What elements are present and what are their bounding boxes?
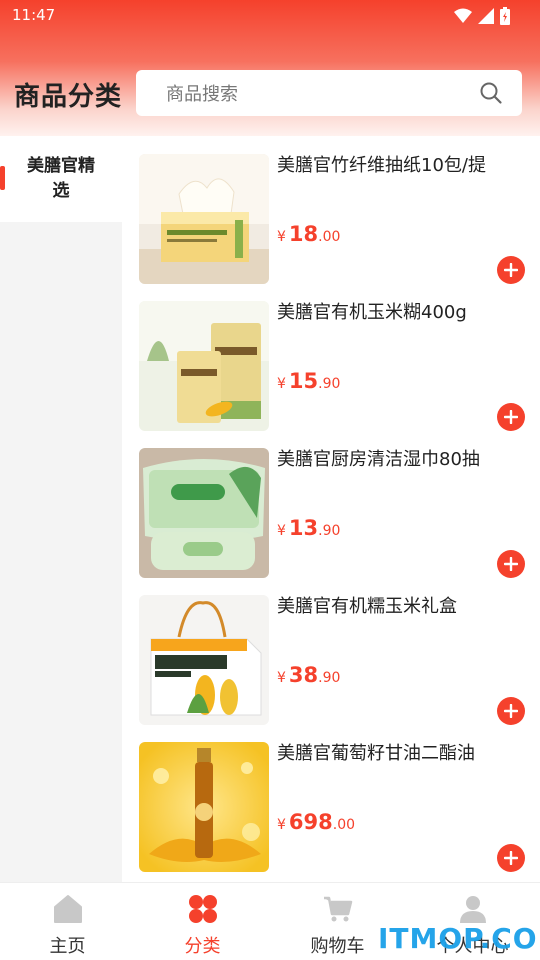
battery-icon (500, 7, 510, 25)
price-integer: 13 (288, 516, 319, 540)
price-decimal: .90 (318, 376, 341, 392)
price-decimal: .90 (318, 523, 341, 539)
product-item[interactable]: 美膳官葡萄籽甘油二酯油 ¥698.00 (122, 724, 540, 872)
price-decimal: .00 (332, 817, 356, 833)
product-item[interactable]: 美膳官有机糯玉米礼盒 ¥38.90 (122, 577, 540, 725)
product-item[interactable]: 美膳官有机玉米糊400g ¥15.90 (122, 283, 540, 431)
price-currency: ¥ (277, 229, 286, 245)
product-price: ¥698.00 (277, 810, 355, 834)
product-item[interactable]: 美膳官竹纤维抽纸10包/提 ¥18.00 (122, 136, 540, 284)
price-decimal: .90 (318, 670, 341, 686)
search-icon[interactable] (468, 70, 514, 116)
plus-icon (504, 851, 518, 865)
price-integer: 698 (288, 810, 333, 834)
tab-label: 分类 (184, 936, 221, 957)
tab-home[interactable]: 主页 (0, 883, 135, 960)
price-currency: ¥ (277, 523, 286, 539)
status-bar: 11:47 (0, 0, 540, 32)
wifi-icon (454, 8, 472, 23)
search-input[interactable]: 商品搜索 (166, 80, 468, 106)
product-name[interactable]: 美膳官厨房清洁湿巾80抽 (277, 448, 522, 472)
price-decimal: .00 (318, 229, 341, 245)
signal-icon (478, 8, 494, 24)
watermark: ITMOP.COM (378, 922, 540, 955)
tab-category[interactable]: 分类 (135, 883, 270, 960)
price-currency: ¥ (277, 670, 286, 686)
price-integer: 18 (288, 222, 319, 246)
home-icon (52, 893, 84, 925)
price-integer: 15 (288, 369, 319, 393)
search-bar[interactable]: 商品搜索 (136, 70, 522, 116)
selected-indicator (0, 166, 5, 190)
category-icon (187, 893, 219, 925)
product-image-tissue[interactable] (139, 154, 269, 284)
product-image-corn-gift-box[interactable] (139, 595, 269, 725)
add-to-cart-button[interactable] (497, 697, 525, 725)
product-price: ¥18.00 (277, 222, 340, 246)
sidebar-item-label: 美膳官精选 (27, 156, 95, 201)
plus-icon (504, 557, 518, 571)
product-name[interactable]: 美膳官有机糯玉米礼盒 (277, 595, 522, 619)
product-item[interactable]: 美膳官厨房清洁湿巾80抽 ¥13.90 (122, 430, 540, 578)
status-icons (454, 7, 510, 25)
page-title: 商品分类 (14, 82, 123, 112)
price-currency: ¥ (277, 817, 286, 833)
header: 11:47 商品分类 商品搜索 (0, 0, 540, 136)
plus-icon (504, 410, 518, 424)
sidebar-item-meishanguan-selection[interactable]: 美膳官精选 (0, 136, 122, 222)
product-price: ¥13.90 (277, 516, 340, 540)
plus-icon (504, 704, 518, 718)
price-integer: 38 (288, 663, 319, 687)
cart-icon (322, 893, 354, 925)
add-to-cart-button[interactable] (497, 256, 525, 284)
add-to-cart-button[interactable] (497, 844, 525, 872)
status-time: 11:47 (12, 6, 56, 24)
tab-label: 主页 (49, 936, 86, 957)
product-name[interactable]: 美膳官葡萄籽甘油二酯油 (277, 742, 522, 766)
add-to-cart-button[interactable] (497, 403, 525, 431)
product-price: ¥38.90 (277, 663, 340, 687)
product-image-kitchen-wipes[interactable] (139, 448, 269, 578)
user-icon (457, 893, 489, 925)
product-image-corn-porridge[interactable] (139, 301, 269, 431)
product-price: ¥15.90 (277, 369, 340, 393)
price-currency: ¥ (277, 376, 286, 392)
product-name[interactable]: 美膳官竹纤维抽纸10包/提 (277, 154, 522, 178)
category-sidebar: 美膳官精选 (0, 136, 122, 882)
product-image-grapeseed-oil[interactable] (139, 742, 269, 872)
plus-icon (504, 263, 518, 277)
product-name[interactable]: 美膳官有机玉米糊400g (277, 301, 522, 325)
add-to-cart-button[interactable] (497, 550, 525, 578)
product-list: 美膳官竹纤维抽纸10包/提 ¥18.00 美膳官有机玉米糊400g ¥15.90… (122, 136, 540, 882)
